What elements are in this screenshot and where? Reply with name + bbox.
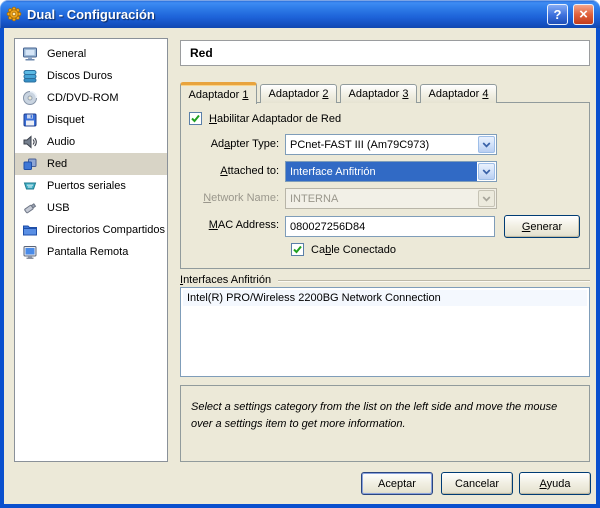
titlebar: Dual - Configuración ? × <box>0 0 600 28</box>
checkbox-checked-icon[interactable] <box>189 112 202 125</box>
virtualbox-settings-gear-icon <box>6 6 22 22</box>
sidebar-item-discos-duros[interactable]: Discos Duros <box>15 65 167 87</box>
attached-to-label: Attached to: <box>183 161 279 182</box>
cable-connected-label: Cable Conectado <box>311 244 396 256</box>
attached-to-select[interactable]: Interface Anfitrión <box>285 161 497 182</box>
general-icon <box>22 46 38 62</box>
tab-adaptador-3[interactable]: Adaptador 3 <box>340 84 417 103</box>
adapter-type-label: Adapter Type: <box>183 134 279 155</box>
network-name-select: INTERNA <box>285 188 497 209</box>
sidebar-item-pantalla-remota[interactable]: Pantalla Remota <box>15 241 167 263</box>
titlebar-help-button[interactable]: ? <box>547 4 568 25</box>
chevron-down-icon[interactable] <box>478 163 495 180</box>
hard-disks-icon <box>22 68 38 84</box>
sidebar-item-directorios-compartidos[interactable]: Directorios Compartidos <box>15 219 167 241</box>
chevron-down-icon[interactable] <box>478 136 495 153</box>
settings-category-list: General Discos Duros CD/DVD-ROM Disquet <box>14 38 168 462</box>
help-button[interactable]: Ayuda <box>519 472 591 495</box>
host-interface-list-item[interactable]: Intel(R) PRO/Wireless 2200BG Network Con… <box>183 290 587 306</box>
sidebar-item-label: Red <box>47 158 67 170</box>
network-name-label: Network Name: <box>183 188 279 209</box>
chevron-down-icon <box>478 190 495 207</box>
sidebar-item-puertos-seriales[interactable]: Puertos seriales <box>15 175 167 197</box>
sidebar-item-general[interactable]: General <box>15 43 167 65</box>
sidebar-item-label: Discos Duros <box>47 70 112 82</box>
usb-icon <box>22 200 38 216</box>
checkbox-checked-icon[interactable] <box>291 243 304 256</box>
enable-adapter-label: Habilitar Adaptador de Red <box>209 113 341 125</box>
network-icon <box>22 156 38 172</box>
sidebar-item-label: Audio <box>47 136 75 148</box>
sidebar-item-label: Puertos seriales <box>47 180 126 192</box>
host-interfaces-group-label: Interfaces Anfitrión <box>180 274 590 286</box>
cable-connected-checkbox[interactable]: Cable Conectado <box>291 243 396 256</box>
sidebar-item-disquet[interactable]: Disquet <box>15 109 167 131</box>
context-help-panel: Select a settings category from the list… <box>180 385 590 462</box>
tab-adaptador-4[interactable]: Adaptador 4 <box>420 84 497 103</box>
accept-button[interactable]: Aceptar <box>361 472 433 495</box>
shared-folder-icon <box>22 222 38 238</box>
remote-display-icon <box>22 244 38 260</box>
mac-address-label: MAC Address: <box>183 215 279 236</box>
tab-adaptador-1[interactable]: Adaptador 1 <box>180 82 257 104</box>
floppy-icon <box>22 112 38 128</box>
sidebar-item-label: USB <box>47 202 70 214</box>
cd-dvd-icon <box>22 90 38 106</box>
settings-dialog: Dual - Configuración ? × General Discos … <box>0 0 600 508</box>
adapter-type-select[interactable]: PCnet-FAST III (Am79C973) <box>285 134 497 155</box>
sidebar-item-label: Pantalla Remota <box>47 246 128 258</box>
sidebar-item-audio[interactable]: Audio <box>15 131 167 153</box>
sidebar-item-label: General <box>47 48 86 60</box>
adapter-tab-panel: Habilitar Adaptador de Red Adapter Type:… <box>180 102 590 269</box>
cancel-button[interactable]: Cancelar <box>441 472 513 495</box>
sidebar-item-label: Disquet <box>47 114 84 126</box>
adapter-tabbar: Adaptador 1 Adaptador 2 Adaptador 3 Adap… <box>180 81 497 103</box>
mac-address-input[interactable] <box>285 216 495 237</box>
window-title: Dual - Configuración <box>27 7 542 22</box>
enable-adapter-checkbox[interactable]: Habilitar Adaptador de Red <box>189 112 341 125</box>
host-interfaces-list[interactable]: Intel(R) PRO/Wireless 2200BG Network Con… <box>180 287 590 377</box>
serial-port-icon <box>22 178 38 194</box>
sidebar-item-red[interactable]: Red <box>15 153 167 175</box>
audio-icon <box>22 134 38 150</box>
sidebar-item-label: CD/DVD-ROM <box>47 92 119 104</box>
page-title: Red <box>180 40 590 66</box>
tab-adaptador-2[interactable]: Adaptador 2 <box>260 84 337 103</box>
generate-mac-button[interactable]: Generar <box>504 215 580 238</box>
sidebar-item-cd-dvd-rom[interactable]: CD/DVD-ROM <box>15 87 167 109</box>
dialog-client-area: General Discos Duros CD/DVD-ROM Disquet <box>0 28 600 508</box>
context-help-text: Select a settings category from the list… <box>191 401 557 430</box>
close-icon[interactable]: × <box>573 4 594 25</box>
sidebar-item-usb[interactable]: USB <box>15 197 167 219</box>
sidebar-item-label: Directorios Compartidos <box>47 224 165 236</box>
